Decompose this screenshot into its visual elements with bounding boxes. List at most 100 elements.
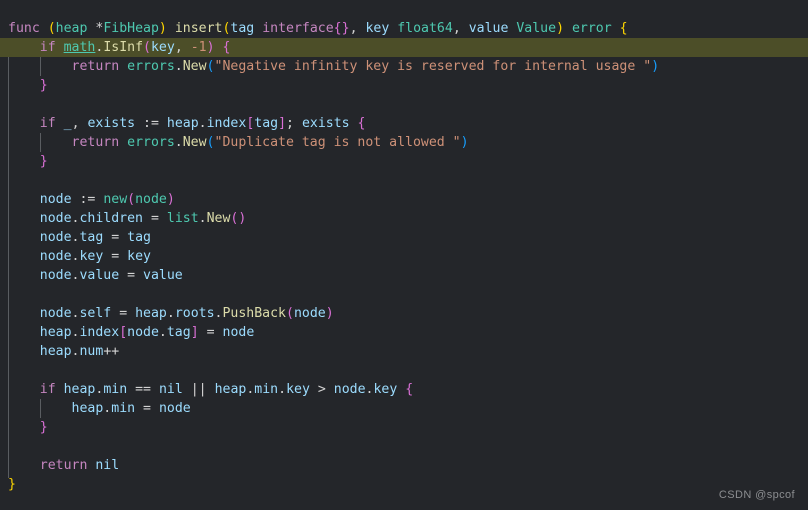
code-token: {	[222, 40, 231, 55]
code-line[interactable]	[0, 171, 808, 190]
code-line[interactable]: node.self = heap.roots.PushBack(node)	[0, 304, 808, 323]
code-token: nil	[95, 458, 120, 473]
code-token: heap	[71, 401, 104, 416]
code-line[interactable]	[0, 361, 808, 380]
code-line[interactable]: return errors.New("Duplicate tag is not …	[0, 133, 808, 152]
code-token: heap	[39, 344, 72, 359]
code-token: value	[143, 268, 183, 283]
code-line[interactable]: }	[0, 418, 808, 437]
code-line[interactable]: heap.index[node.tag] = node	[0, 323, 808, 342]
code-token: ,	[174, 40, 191, 55]
code-line[interactable]	[0, 437, 808, 456]
indent-guide-line	[40, 57, 41, 76]
code-token: =	[143, 401, 151, 416]
code-token: (	[143, 40, 151, 55]
code-token: )	[158, 21, 167, 36]
code-token: exists	[301, 116, 350, 131]
code-token: tag	[254, 116, 279, 131]
code-token: FibHeap	[103, 21, 159, 36]
code-line[interactable]: if math.IsInf(key, -1) {	[0, 38, 808, 57]
code-line[interactable]: heap.min = node	[0, 399, 808, 418]
code-token: node	[39, 230, 72, 245]
code-token: min	[111, 401, 136, 416]
code-token: =	[150, 211, 159, 226]
code-token: {	[357, 116, 366, 131]
code-token: if	[39, 40, 56, 55]
code-token: errors	[127, 135, 175, 150]
code-token: }	[39, 78, 48, 93]
code-token: )	[460, 135, 469, 150]
code-line[interactable]: node := new(node)	[0, 190, 808, 209]
code-token: tag	[230, 21, 255, 36]
current-line-edge	[0, 38, 2, 57]
code-token: node	[158, 401, 191, 416]
code-line[interactable]: if _, exists := heap.index[tag]; exists …	[0, 114, 808, 133]
code-token: IsInf	[103, 40, 144, 55]
code-token: [	[119, 325, 128, 340]
code-token: heap	[63, 382, 96, 397]
code-token: node	[135, 192, 167, 207]
code-token: key	[365, 21, 390, 36]
code-token: ]	[190, 325, 199, 340]
code-line[interactable]: node.children = list.New()	[0, 209, 808, 228]
code-token: self	[79, 306, 112, 321]
code-token: exists	[87, 116, 136, 131]
code-token: {	[405, 382, 414, 397]
code-line[interactable]	[0, 285, 808, 304]
code-token: .	[166, 306, 175, 321]
code-token: -1	[190, 40, 207, 55]
code-token: )	[556, 21, 565, 36]
code-token: roots	[174, 306, 215, 321]
code-token: key	[286, 382, 310, 397]
code-token: ,	[452, 21, 469, 36]
code-token: ||	[190, 382, 207, 397]
code-token: =	[119, 306, 128, 321]
code-token: if	[39, 116, 56, 131]
code-line[interactable]: node.tag = tag	[0, 228, 808, 247]
code-token: .	[278, 382, 287, 397]
code-line[interactable]: func (heap *FibHeap) insert(tag interfac…	[0, 19, 808, 38]
code-line[interactable]: heap.num++	[0, 342, 808, 361]
code-line[interactable]: return errors.New("Negative infinity key…	[0, 57, 808, 76]
code-line[interactable]	[0, 95, 808, 114]
code-token: heap	[214, 382, 247, 397]
code-line-container[interactable]: func (heap *FibHeap) insert(tag interfac…	[0, 19, 808, 494]
code-token: (	[206, 135, 215, 150]
code-token: new	[103, 192, 128, 207]
code-token: value	[79, 268, 120, 283]
code-line[interactable]: node.key = key	[0, 247, 808, 266]
indent-guide-line	[40, 399, 41, 418]
code-token: node	[333, 382, 366, 397]
code-line[interactable]: }	[0, 76, 808, 95]
code-token: return	[39, 458, 88, 473]
code-token: value	[468, 21, 509, 36]
code-line[interactable]: }	[0, 475, 808, 494]
code-line[interactable]: }	[0, 152, 808, 171]
code-line[interactable]: return nil	[0, 456, 808, 475]
code-token: ,	[349, 21, 366, 36]
code-token: Value	[516, 21, 557, 36]
code-token: )	[206, 40, 215, 55]
code-line[interactable]: if heap.min == nil || heap.min.key > nod…	[0, 380, 808, 399]
code-editor-pane[interactable]: func (heap *FibHeap) insert(tag interfac…	[0, 0, 808, 510]
code-token: node	[39, 249, 72, 264]
code-line[interactable]: node.value = value	[0, 266, 808, 285]
